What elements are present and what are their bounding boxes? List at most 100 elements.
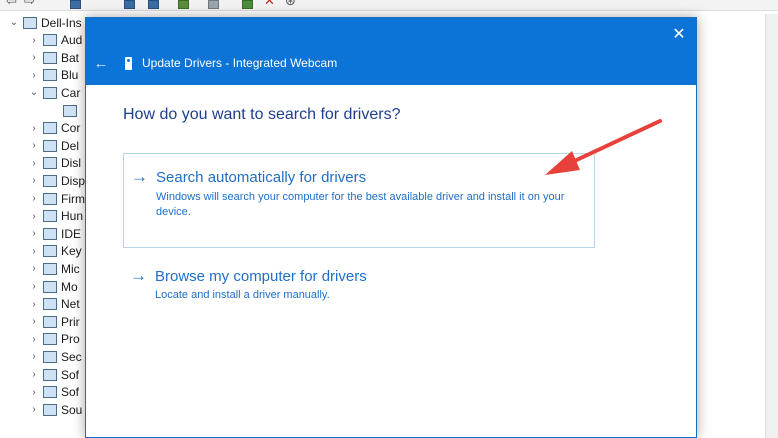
tree-item[interactable]: › Prir: [0, 313, 90, 330]
webcam-icon: [63, 104, 77, 117]
right-arrow-icon: →: [131, 167, 148, 186]
tree-item[interactable]: › Mic: [0, 260, 90, 277]
tree-item[interactable]: › Bat: [0, 49, 90, 66]
chevron-right-icon[interactable]: ›: [28, 369, 40, 380]
chevron-right-icon[interactable]: ›: [28, 123, 40, 134]
tree-item[interactable]: › Hun: [0, 208, 90, 225]
tree-item[interactable]: › Disl: [0, 155, 90, 172]
monitor-icon: [43, 139, 57, 152]
toolbar-update-driver-icon[interactable]: [242, 0, 253, 9]
tree-item[interactable]: › IDE: [0, 225, 90, 242]
tree-item[interactable]: › Sou: [0, 401, 90, 418]
tree-item-label: Bat: [61, 50, 80, 65]
right-arrow-icon: →: [130, 266, 147, 285]
tree-item-label: Pro: [61, 332, 80, 347]
chevron-right-icon[interactable]: ›: [28, 281, 40, 292]
tree-item-label: Mic: [61, 261, 80, 276]
ide-icon: [43, 227, 57, 240]
tree-item[interactable]: › Net: [0, 296, 90, 313]
display-icon: [43, 174, 57, 187]
chevron-right-icon[interactable]: ›: [28, 299, 40, 310]
option-title: Search automatically for drivers: [156, 169, 367, 186]
chevron-right-icon[interactable]: ›: [28, 158, 40, 169]
chevron-right-icon[interactable]: ›: [28, 246, 40, 257]
chevron-right-icon[interactable]: ›: [28, 211, 40, 222]
monitor-icon: [43, 280, 57, 293]
tree-item[interactable]: ⌄ Car: [0, 84, 90, 101]
tree-root-item[interactable]: ⌄ Dell-Ins: [0, 14, 90, 31]
tree-item[interactable]: › Sec: [0, 348, 90, 365]
chevron-right-icon[interactable]: ›: [28, 35, 40, 46]
webcam-device-icon: [125, 57, 132, 70]
tree-item-label: Dell-Ins: [41, 15, 82, 30]
browse-computer-option[interactable]: → Browse my computer for drivers Locate …: [123, 266, 595, 306]
chevron-right-icon[interactable]: ›: [28, 228, 40, 239]
monitor-icon: [43, 122, 57, 135]
mouse-icon: [43, 262, 57, 275]
tree-item[interactable]: › Blu: [0, 67, 90, 84]
tree-item[interactable]: › Disp: [0, 172, 90, 189]
chevron-right-icon[interactable]: ›: [28, 351, 40, 362]
tree-item-label: Del: [61, 138, 80, 153]
chevron-right-icon[interactable]: ›: [28, 70, 40, 81]
keyboard-icon: [43, 245, 57, 258]
software-icon: [43, 368, 57, 381]
device-tree: ⌄ Dell-Ins › Aud › Bat › Blu ⌄ Car › Cor › Del › Disl › D…: [0, 14, 90, 438]
dialog-header: ✕ ← Update Drivers - Integrated Webcam: [86, 18, 696, 85]
chevron-right-icon[interactable]: ›: [28, 334, 40, 345]
toolbar-device-icon[interactable]: [208, 0, 219, 9]
vertical-scrollbar[interactable]: [765, 14, 778, 438]
toolbar-view-icon[interactable]: [70, 0, 81, 9]
chevron-right-icon[interactable]: ›: [28, 316, 40, 327]
tree-item-label: Cor: [61, 121, 81, 136]
chevron-right-icon[interactable]: ›: [28, 140, 40, 151]
toolbar-scan-icon[interactable]: [178, 0, 189, 9]
search-automatically-option[interactable]: → Search automatically for drivers Windo…: [123, 153, 595, 248]
toolbar-properties-icon[interactable]: [124, 0, 135, 9]
forward-arrow-icon[interactable]: ⇨: [24, 0, 35, 8]
tree-item[interactable]: › Sof: [0, 384, 90, 401]
tree-item[interactable]: [0, 102, 90, 119]
chevron-down-icon[interactable]: ⌄: [28, 87, 40, 98]
option-description: Windows will search your computer for th…: [156, 191, 565, 218]
processor-icon: [43, 333, 57, 346]
software-icon: [43, 386, 57, 399]
tree-item-label: Disp: [61, 173, 86, 188]
toolbar-uninstall-icon[interactable]: ✕: [264, 0, 275, 8]
tree-item-label: Car: [61, 85, 81, 100]
chevron-right-icon[interactable]: ›: [28, 193, 40, 204]
tree-item-label: Net: [61, 297, 80, 312]
tree-item[interactable]: › Pro: [0, 331, 90, 348]
tree-item[interactable]: › Cor: [0, 120, 90, 137]
tree-item-label: Sec: [61, 349, 82, 364]
tree-item-label: IDE: [61, 226, 82, 241]
tree-item[interactable]: › Key: [0, 243, 90, 260]
disk-icon: [43, 157, 57, 170]
toolbar-help-icon[interactable]: [148, 0, 159, 9]
tree-item[interactable]: › Sof: [0, 366, 90, 383]
chevron-right-icon[interactable]: ›: [28, 387, 40, 398]
tree-item-label: Sof: [61, 385, 80, 400]
tree-item-label: Firm: [61, 191, 85, 206]
network-icon: [43, 298, 57, 311]
chevron-down-icon[interactable]: ⌄: [8, 17, 20, 28]
chevron-right-icon[interactable]: ›: [28, 404, 40, 415]
toolbar-download-icon[interactable]: ⊛: [285, 0, 296, 8]
chevron-right-icon[interactable]: ›: [28, 52, 40, 63]
back-arrow-icon[interactable]: ←: [92, 55, 110, 73]
chevron-right-icon[interactable]: ›: [28, 263, 40, 274]
tree-item-label: Sou: [61, 402, 83, 417]
dialog-title: Update Drivers - Integrated Webcam: [142, 56, 338, 70]
close-icon[interactable]: ✕: [668, 24, 690, 46]
chevron-right-icon[interactable]: ›: [28, 175, 40, 186]
tree-item[interactable]: › Del: [0, 137, 90, 154]
tree-item-label: Disl: [61, 156, 81, 171]
tree-item-label: Key: [61, 244, 82, 259]
back-arrow-icon[interactable]: ⇦: [6, 0, 17, 8]
tree-item[interactable]: › Firm: [0, 190, 90, 207]
tree-item-label: Mo: [61, 279, 78, 294]
tree-item[interactable]: › Aud: [0, 32, 90, 49]
option-title: Browse my computer for drivers: [155, 268, 367, 285]
tree-item[interactable]: › Mo: [0, 278, 90, 295]
device-manager-toolbar: ⇦ ⇨ ✕ ⊛: [0, 0, 778, 11]
